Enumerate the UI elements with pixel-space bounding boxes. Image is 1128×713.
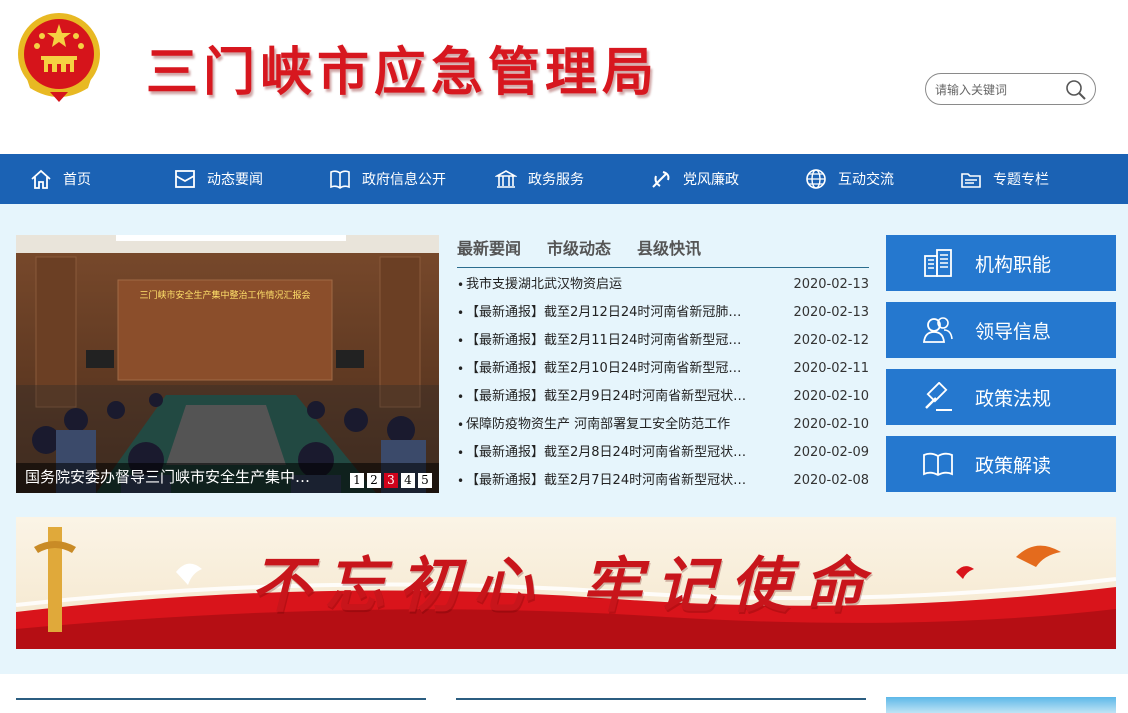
side-panel-header bbox=[886, 697, 1116, 713]
tab-county-news[interactable]: 县级快讯 bbox=[637, 235, 701, 259]
news-date: 2020-02-13 bbox=[793, 277, 869, 292]
search-box bbox=[925, 73, 1096, 105]
side-button-label: 政策法规 bbox=[975, 388, 1052, 410]
party-emblem-icon bbox=[652, 171, 670, 188]
news-item[interactable]: •【最新通报】截至2月8日24时河南省新型冠状病毒肺炎疫情2020-02-09 bbox=[457, 439, 869, 467]
search-icon[interactable] bbox=[1065, 79, 1087, 101]
lower-section bbox=[0, 674, 1128, 713]
globe-icon bbox=[806, 169, 826, 189]
nav-item-label: 互动交流 bbox=[838, 172, 894, 188]
tab-city-news[interactable]: 市级动态 bbox=[547, 235, 611, 259]
nav-item-party[interactable]: 党风廉政 bbox=[650, 154, 739, 204]
news-date: 2020-02-10 bbox=[793, 389, 869, 404]
news-date: 2020-02-13 bbox=[793, 305, 869, 320]
news-title[interactable]: 我市支援湖北武汉物资启运 bbox=[466, 271, 748, 299]
slide-banner-text: 三门峡市安全生产集中整治工作情况汇报会 bbox=[139, 289, 310, 301]
search-input[interactable] bbox=[935, 80, 1060, 100]
slide-dot[interactable]: 5 bbox=[418, 473, 432, 488]
section-divider bbox=[16, 698, 426, 700]
news-item[interactable]: • 保障防疫物资生产 河南部署复工安全防范工作 2020-02-10 bbox=[457, 411, 869, 439]
slide-dot-active[interactable]: 3 bbox=[384, 473, 398, 488]
news-date: 2020-02-09 bbox=[793, 445, 869, 460]
side-button-label: 领导信息 bbox=[975, 321, 1052, 343]
home-icon bbox=[31, 169, 51, 189]
nav-item-interaction[interactable]: 互动交流 bbox=[805, 154, 894, 204]
news-panel: 最新要闻 市级动态 县级快讯 • 我市支援湖北武汉物资启运 2020-02-13 •… bbox=[457, 235, 869, 495]
news-title[interactable]: 【最新通报】截至2月7日24时河南省新型冠状病毒肺炎疫情 bbox=[466, 467, 748, 495]
news-item[interactable]: •【最新通报】截至2月7日24时河南省新型冠状病毒肺炎疫情2020-02-08 bbox=[457, 467, 869, 495]
slide-dot[interactable]: 2 bbox=[367, 473, 381, 488]
news-title[interactable]: 【最新通报】截至2月8日24时河南省新型冠状病毒肺炎疫情 bbox=[466, 439, 748, 467]
buildings-icon bbox=[924, 249, 952, 277]
nav-item-label: 专题专栏 bbox=[993, 172, 1049, 188]
slide-dot[interactable]: 1 bbox=[350, 473, 364, 488]
news-list: • 我市支援湖北武汉物资启运 2020-02-13 • 【最新通报】截至2月12日24… bbox=[457, 271, 869, 495]
nav-item-home[interactable]: 首页 bbox=[30, 154, 91, 204]
nav-item-topics[interactable]: 专题专栏 bbox=[960, 154, 1049, 204]
nav-item-label: 政府信息公开 bbox=[362, 172, 446, 188]
nav-item-gov-info[interactable]: 政府信息公开 bbox=[329, 154, 446, 204]
national-emblem-icon bbox=[18, 13, 100, 102]
news-item[interactable]: •【最新通报】截至2月12日24时河南省新冠肺炎疫情最新情况2020-02-13 bbox=[457, 299, 869, 327]
news-title[interactable]: 【最新通报】截至2月9日24时河南省新型冠状病毒肺炎疫情 bbox=[466, 383, 748, 411]
nav-item-label: 政务服务 bbox=[528, 172, 584, 188]
main-content: 三门峡市安全生产集中整治工作情况汇报会 国务院安委办督导三门峡市安全生产集中整治… bbox=[0, 204, 1128, 674]
nav-item-services[interactable]: 政务服务 bbox=[495, 154, 584, 204]
news-tabs: 最新要闻 市级动态 县级快讯 bbox=[457, 235, 869, 268]
news-title[interactable]: 【最新通报】截至2月12日24时河南省新冠肺炎疫情最新情况 bbox=[466, 299, 748, 327]
nav-item-label: 首页 bbox=[63, 172, 91, 188]
nav-item-news[interactable]: 动态要闻 bbox=[174, 154, 263, 204]
policy-interpretation-button[interactable]: 政策解读 bbox=[886, 436, 1116, 492]
building-icon bbox=[495, 170, 517, 188]
news-item[interactable]: •【最新通报】截至2月9日24时河南省新型冠状病毒肺炎疫情2020-02-10 bbox=[457, 383, 869, 411]
news-title[interactable]: 保障防疫物资生产 河南部署复工安全防范工作 bbox=[466, 411, 748, 439]
book-icon bbox=[330, 170, 350, 189]
promo-banner[interactable]: 不忘初心 牢记使命 bbox=[16, 517, 1116, 649]
image-slider[interactable]: 三门峡市安全生产集中整治工作情况汇报会 国务院安委办督导三门峡市安全生产集中整治… bbox=[16, 235, 439, 493]
folder-icon bbox=[961, 173, 981, 188]
tab-latest-news[interactable]: 最新要闻 bbox=[457, 235, 521, 259]
site-title: 三门峡市应急管理局 bbox=[146, 42, 660, 103]
slide-caption[interactable]: 国务院安委办督导三门峡市安全生产集中整治工作情况汇报会 bbox=[25, 466, 320, 487]
news-title[interactable]: 【最新通报】截至2月10日24时河南省新型冠状病毒肺炎疫情 bbox=[466, 355, 748, 383]
nav-item-label: 党风廉政 bbox=[683, 172, 739, 188]
news-date: 2020-02-08 bbox=[793, 473, 869, 488]
mail-icon bbox=[175, 170, 195, 188]
news-date: 2020-02-12 bbox=[793, 333, 869, 348]
slide-photo: 三门峡市安全生产集中整治工作情况汇报会 bbox=[16, 235, 439, 493]
open-book-icon bbox=[923, 452, 953, 477]
news-item[interactable]: •【最新通报】截至2月11日24时河南省新型冠状病毒肺炎疫情2020-02-12 bbox=[457, 327, 869, 355]
site-header: 三门峡市应急管理局 bbox=[0, 0, 1128, 154]
news-item[interactable]: •【最新通报】截至2月10日24时河南省新型冠状病毒肺炎疫情2020-02-11 bbox=[457, 355, 869, 383]
org-functions-button[interactable]: 机构职能 bbox=[886, 235, 1116, 291]
section-divider bbox=[456, 698, 866, 700]
news-date: 2020-02-11 bbox=[793, 361, 869, 376]
gavel-icon bbox=[925, 382, 952, 411]
slide-pagination: 1 2 3 4 5 bbox=[347, 473, 432, 488]
slide-dot[interactable]: 4 bbox=[401, 473, 415, 488]
policy-regulations-button[interactable]: 政策法规 bbox=[886, 369, 1116, 425]
nav-item-label: 动态要闻 bbox=[207, 172, 263, 188]
side-button-label: 政策解读 bbox=[975, 455, 1052, 477]
news-date: 2020-02-10 bbox=[793, 417, 869, 432]
news-item[interactable]: • 我市支援湖北武汉物资启运 2020-02-13 bbox=[457, 271, 869, 299]
news-title[interactable]: 【最新通报】截至2月11日24时河南省新型冠状病毒肺炎疫情 bbox=[466, 327, 748, 355]
side-button-label: 机构职能 bbox=[975, 254, 1052, 276]
banner-slogan: 不忘初心 牢记使命 bbox=[251, 551, 878, 621]
main-nav: 首页 动态要闻 政府信息公开 政务服务 党风廉政 互动交流 专题专栏 bbox=[0, 154, 1128, 204]
leader-info-button[interactable]: 领导信息 bbox=[886, 302, 1116, 358]
people-icon bbox=[923, 317, 953, 343]
